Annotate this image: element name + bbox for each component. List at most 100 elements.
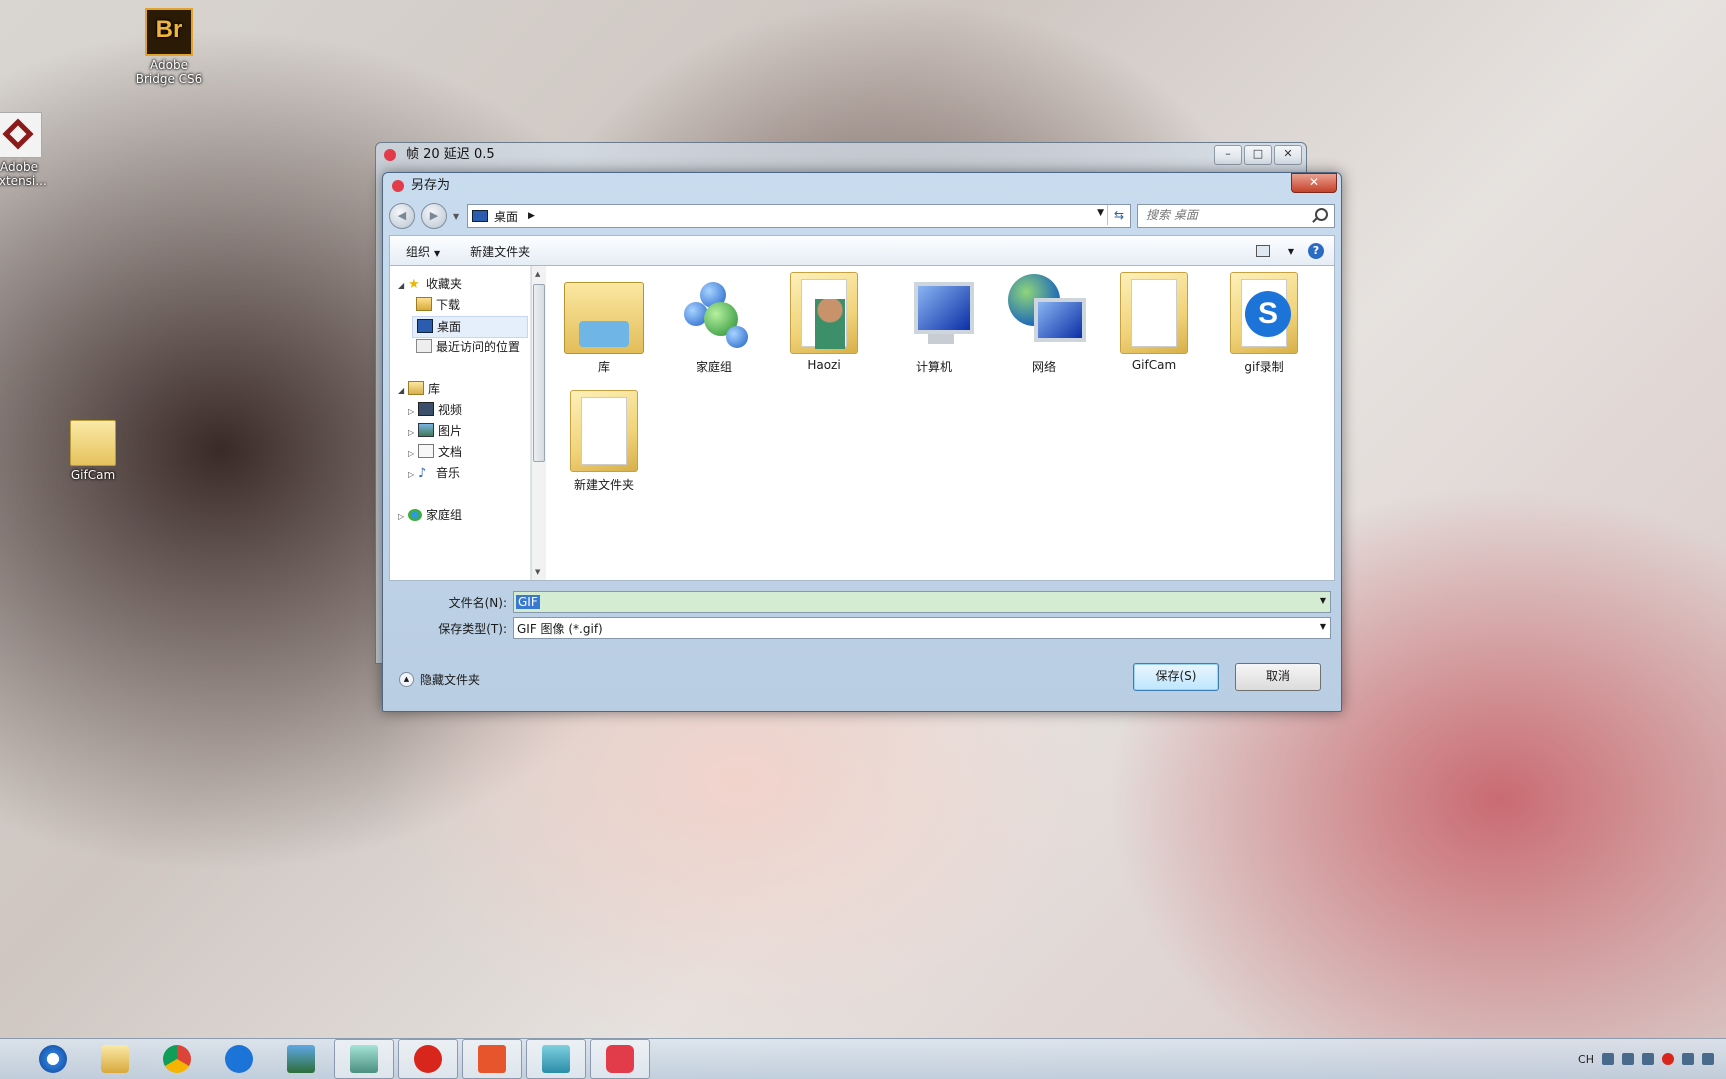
desktop-icon-gifcam[interactable]: GifCam (48, 420, 138, 482)
new-folder-button[interactable]: 新建文件夹 (454, 243, 544, 260)
desktop-icon-label: Adobe (0, 160, 38, 174)
address-dropdown-icon[interactable]: ▼ (1097, 208, 1104, 218)
volume-icon[interactable] (1702, 1053, 1714, 1065)
nav-item-recent-places[interactable]: 最近访问的位置 (416, 337, 530, 357)
show-hidden-icons-icon[interactable] (1642, 1053, 1654, 1065)
nav-item-downloads[interactable]: 下载 (416, 295, 530, 315)
folder-icon (1120, 272, 1188, 354)
taskbar-chrome[interactable] (148, 1040, 206, 1078)
search-box[interactable] (1137, 204, 1335, 228)
file-list: 库 家庭组 Haozi 计算机 网络 GifCam S gif录制 新建文件夹 (546, 266, 1334, 580)
minimize-button[interactable]: – (1214, 145, 1242, 165)
cancel-button[interactable]: 取消 (1235, 663, 1321, 691)
record-icon[interactable] (1662, 1053, 1674, 1065)
taskbar-sogou[interactable] (210, 1040, 268, 1078)
expand-arrow-icon[interactable]: ▷ (408, 465, 418, 485)
dialog-close-button[interactable]: ✕ (1291, 173, 1337, 193)
file-item[interactable]: 计算机 (884, 272, 984, 375)
desktop-icon-adobe-extension[interactable]: Adobe Extensi... (0, 112, 64, 188)
recent-places-icon (416, 339, 432, 353)
nav-item-libraries[interactable]: ◢ 库 (398, 379, 530, 401)
view-options-chevron-icon[interactable]: ▼ (1288, 247, 1294, 256)
maximize-button[interactable]: □ (1244, 145, 1272, 165)
desktop-icon (417, 319, 433, 333)
navigation-pane: ◢★收藏夹 下载 桌面 最近访问的位置 ◢库 ▷视频 ▷图片 ▷文档 (390, 266, 531, 580)
nav-scrollbar[interactable]: ▲ ▼ (531, 266, 546, 580)
breadcrumb-desktop[interactable]: 桌面 (494, 208, 518, 225)
file-item[interactable]: Haozi (774, 272, 874, 372)
desktop-icon-adobe-bridge[interactable]: Br Adobe Bridge CS6 (124, 8, 214, 86)
scroll-down-icon[interactable]: ▼ (535, 568, 540, 576)
nav-item-label: 最近访问的位置 (436, 340, 521, 354)
desktop-icon-label: Adobe (150, 58, 188, 72)
hide-folders-label: 隐藏文件夹 (420, 673, 481, 687)
scroll-up-icon[interactable]: ▲ (535, 270, 540, 278)
music-note-icon: ♪ (418, 466, 427, 481)
downloads-folder-icon (416, 297, 432, 311)
save-options: 文件名(N): GIF ▼ 保存类型(T): GIF 图像 (*.gif) ▼ … (389, 583, 1335, 707)
back-arrow-icon[interactable]: ◀ (389, 203, 415, 229)
command-toolbar: 组织 ▼ 新建文件夹 ▼ ? (389, 235, 1335, 266)
input-language-indicator[interactable]: CH (1578, 1053, 1594, 1066)
nav-item-pictures[interactable]: ▷ 图片 (408, 421, 530, 443)
help-icon[interactable]: ? (1308, 243, 1324, 259)
window-titlebar[interactable]: 帧 20 延迟 0.5 – □ ✕ (376, 143, 1306, 167)
recent-pages-dropdown-icon[interactable]: ▼ (453, 212, 461, 221)
dialog-titlebar[interactable]: 另存为 ✕ (383, 173, 1341, 199)
filename-field[interactable]: GIF ▼ (513, 591, 1331, 613)
change-view-icon[interactable] (1255, 245, 1270, 257)
keyboard-icon[interactable] (1602, 1053, 1614, 1065)
organize-menu[interactable]: 组织 ▼ (390, 243, 454, 260)
nav-item-videos[interactable]: ▷ 视频 (408, 400, 530, 422)
taskbar-pen-tool[interactable] (526, 1039, 586, 1079)
file-item[interactable]: 网络 (994, 272, 1094, 375)
expand-arrow-icon[interactable]: ▷ (408, 423, 418, 443)
collapse-arrow-icon[interactable]: ◢ (398, 381, 408, 401)
taskbar-file-explorer[interactable] (86, 1040, 144, 1078)
expand-arrow-icon[interactable]: ▷ (408, 402, 418, 422)
hide-folders-toggle[interactable]: ▲ 隐藏文件夹 (399, 671, 480, 688)
chevron-down-icon[interactable]: ▼ (1320, 596, 1326, 605)
close-button[interactable]: ✕ (1274, 145, 1302, 165)
help-tray-icon[interactable] (1622, 1053, 1634, 1065)
forward-arrow-icon[interactable]: ▶ (421, 203, 447, 229)
folder-icon (570, 390, 638, 472)
taskbar-anime-app[interactable] (334, 1039, 394, 1079)
chevron-down-icon[interactable]: ▼ (1320, 622, 1326, 631)
collapse-arrow-icon[interactable]: ◢ (398, 276, 408, 296)
nav-item-desktop[interactable]: 桌面 (412, 316, 528, 338)
save-button[interactable]: 保存(S) (1133, 663, 1219, 691)
breadcrumb-chevron-icon[interactable]: ▶ (528, 211, 535, 221)
search-icon[interactable] (1315, 208, 1328, 221)
nav-item-homegroup[interactable]: ▷ 家庭组 (398, 505, 530, 527)
gifcam-app-icon (384, 149, 396, 161)
file-explorer-icon (101, 1045, 129, 1073)
network-tray-icon[interactable] (1682, 1053, 1694, 1065)
taskbar-netease-music[interactable] (398, 1039, 458, 1079)
scrollbar-thumb[interactable] (533, 284, 545, 462)
address-bar[interactable]: 桌面 ▶ ▼ ⇆ (467, 204, 1131, 228)
desktop-location-icon (472, 210, 488, 222)
nav-item-music[interactable]: ▷ ♪ 音乐 (408, 463, 530, 485)
refresh-icon[interactable]: ⇆ (1107, 205, 1130, 225)
filename-input[interactable]: GIF (516, 595, 540, 609)
file-item[interactable]: GifCam (1104, 272, 1204, 372)
expand-arrow-icon[interactable]: ▷ (408, 444, 418, 464)
file-item[interactable]: 新建文件夹 (554, 390, 654, 493)
nav-item-documents[interactable]: ▷ 文档 (408, 442, 530, 464)
file-item-label: gif录制 (1244, 360, 1284, 374)
file-item[interactable]: 库 (554, 272, 654, 375)
nav-item-label: 下载 (436, 298, 461, 312)
search-input[interactable] (1138, 205, 1306, 225)
taskbar-gif-camera[interactable] (590, 1039, 650, 1079)
filename-label: 文件名(N): (448, 595, 507, 610)
file-item[interactable]: 家庭组 (664, 272, 764, 375)
nav-item-favorites[interactable]: ◢ ★ 收藏夹 (398, 274, 530, 296)
taskbar-presentation[interactable] (462, 1039, 522, 1079)
taskbar-photo-viewer[interactable] (272, 1040, 330, 1078)
filetype-select[interactable]: GIF 图像 (*.gif) ▼ (513, 617, 1331, 639)
expand-arrow-icon[interactable]: ▷ (398, 507, 408, 527)
filename-row: 文件名(N): GIF ▼ (389, 591, 1335, 613)
taskbar-internet-explorer[interactable] (24, 1040, 82, 1078)
file-item[interactable]: gif录制 (1214, 272, 1314, 375)
